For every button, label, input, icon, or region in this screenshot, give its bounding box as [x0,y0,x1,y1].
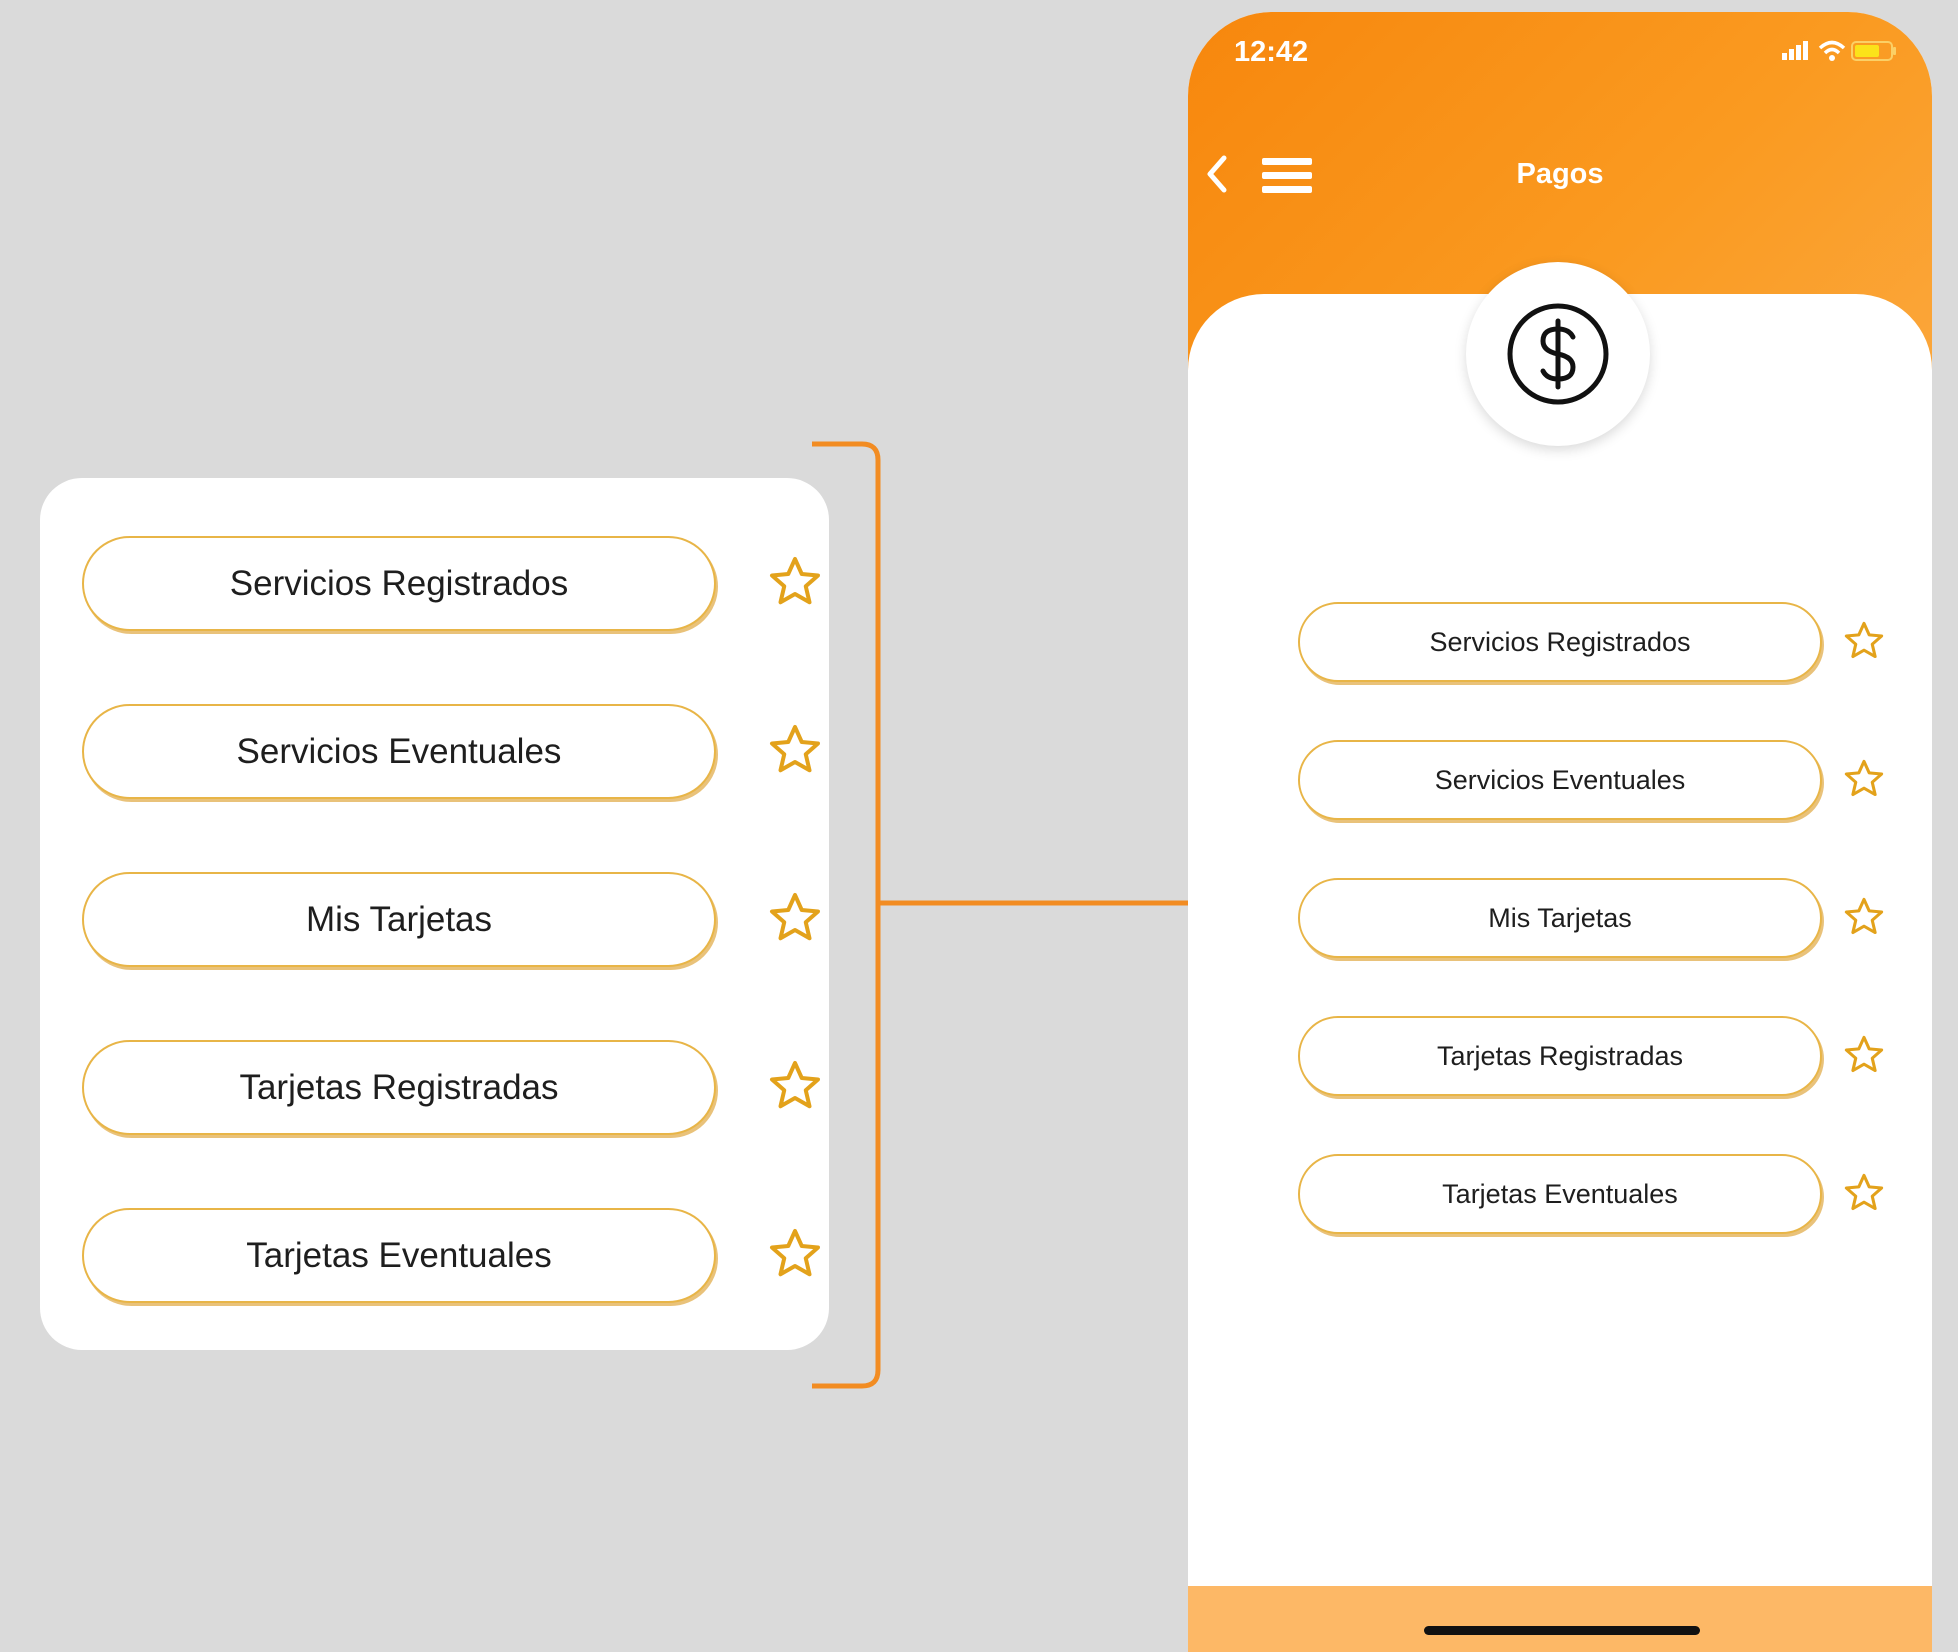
list-item: Tarjetas Registradas [1298,1016,1888,1096]
star-outline-icon[interactable] [1841,894,1887,940]
menu-button[interactable]: Tarjetas Registradas [1298,1016,1822,1096]
list-item: Tarjetas Registradas [82,1040,827,1135]
home-indicator[interactable] [1424,1626,1700,1635]
menu-button[interactable]: Mis Tarjetas [82,872,716,967]
menu-button[interactable]: Tarjetas Registradas [82,1040,716,1135]
star-outline-icon[interactable] [765,552,825,612]
star-outline-icon[interactable] [1841,756,1887,802]
zoomed-menu-card: Servicios Registrados Servicios Eventual… [40,478,829,1350]
status-time: 12:42 [1234,36,1309,68]
list-item: Mis Tarjetas [82,872,827,967]
star-outline-icon[interactable] [765,1224,825,1284]
list-item: Tarjetas Eventuales [82,1208,827,1303]
star-outline-icon[interactable] [1841,1170,1887,1216]
page-title: Pagos [1516,158,1604,190]
wifi-icon [1818,40,1846,61]
status-icons [1782,40,1896,61]
menu-button[interactable]: Servicios Eventuales [1298,740,1822,820]
list-item: Mis Tarjetas [1298,878,1888,958]
phone-screen: 12:42 Pagos Servicios Registrados Servic… [1188,12,1932,1652]
menu-button[interactable]: Mis Tarjetas [1298,878,1822,958]
menu-button[interactable]: Tarjetas Eventuales [1298,1154,1822,1234]
menu-button[interactable]: Servicios Registrados [1298,602,1822,682]
battery-icon [1851,41,1896,61]
star-outline-icon[interactable] [1841,1032,1887,1078]
star-outline-icon[interactable] [1841,618,1887,664]
hero-icon-badge [1466,262,1650,446]
bottom-bar [1188,1586,1932,1652]
list-item: Servicios Eventuales [82,704,827,799]
list-item: Servicios Registrados [82,536,827,631]
list-item: Servicios Eventuales [1298,740,1888,820]
star-outline-icon[interactable] [765,720,825,780]
menu-button[interactable]: Servicios Registrados [82,536,716,631]
list-item: Servicios Registrados [1298,602,1888,682]
star-outline-icon[interactable] [765,888,825,948]
content-panel [1188,294,1932,1652]
menu-button[interactable]: Servicios Eventuales [82,704,716,799]
star-outline-icon[interactable] [765,1056,825,1116]
dollar-circle-icon [1507,303,1609,405]
list-item: Tarjetas Eventuales [1298,1154,1888,1234]
signal-icon [1782,41,1808,60]
menu-button[interactable]: Tarjetas Eventuales [82,1208,716,1303]
